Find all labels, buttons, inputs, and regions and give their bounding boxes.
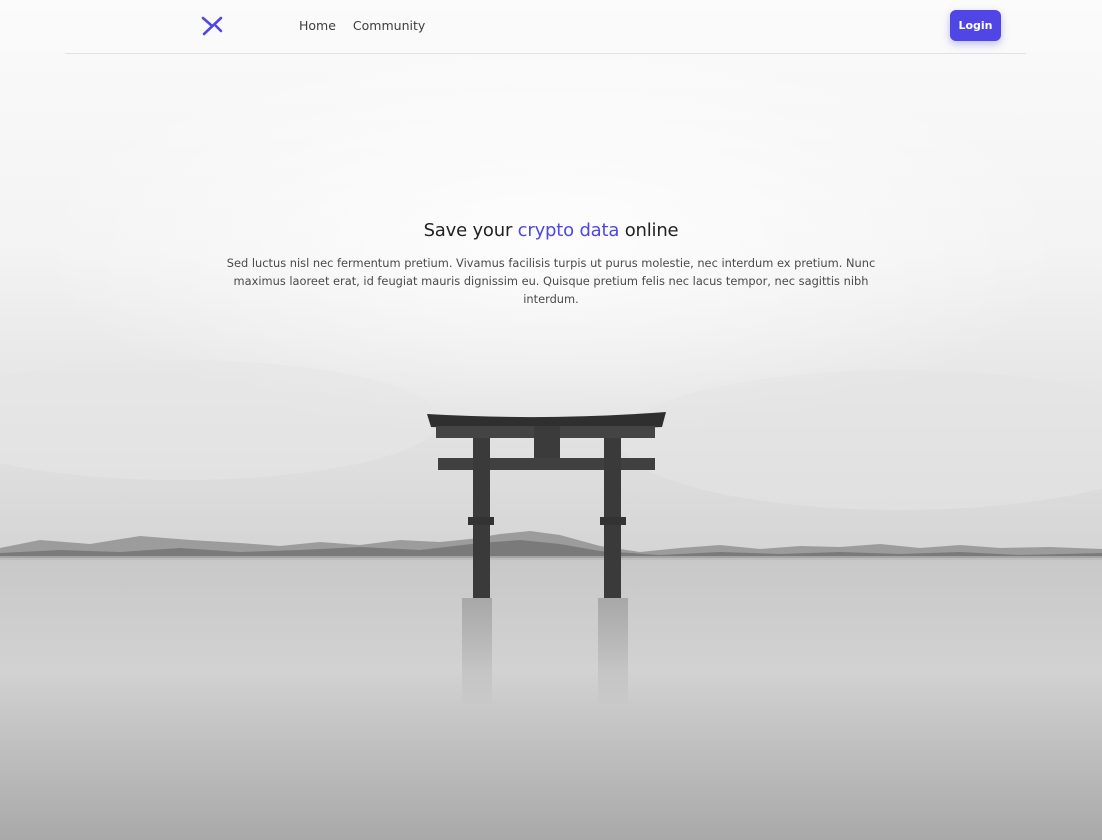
hero-description: Sed luctus nisl nec fermentum pretium. V… <box>226 256 876 306</box>
login-button[interactable]: Login <box>950 10 1001 41</box>
nav-link-home[interactable]: Home <box>299 17 336 35</box>
hero-title-start: Save your <box>423 220 513 241</box>
navbar: Home Community Login <box>65 0 1026 54</box>
x-chevron-logo-icon[interactable] <box>201 14 223 38</box>
landing-page: Home Community Login Save your crypto da… <box>0 0 1102 840</box>
hero-section: Save your crypto data online Sed luctus … <box>0 220 1102 308</box>
hero-title-end: online <box>624 220 679 241</box>
torii-lake-background-image <box>0 0 1102 840</box>
hero-title-accent: crypto data <box>517 220 620 241</box>
nav-link-community[interactable]: Community <box>353 17 425 35</box>
hero-title: Save your crypto data online <box>0 220 1102 241</box>
nav-links: Home Community <box>299 17 425 35</box>
